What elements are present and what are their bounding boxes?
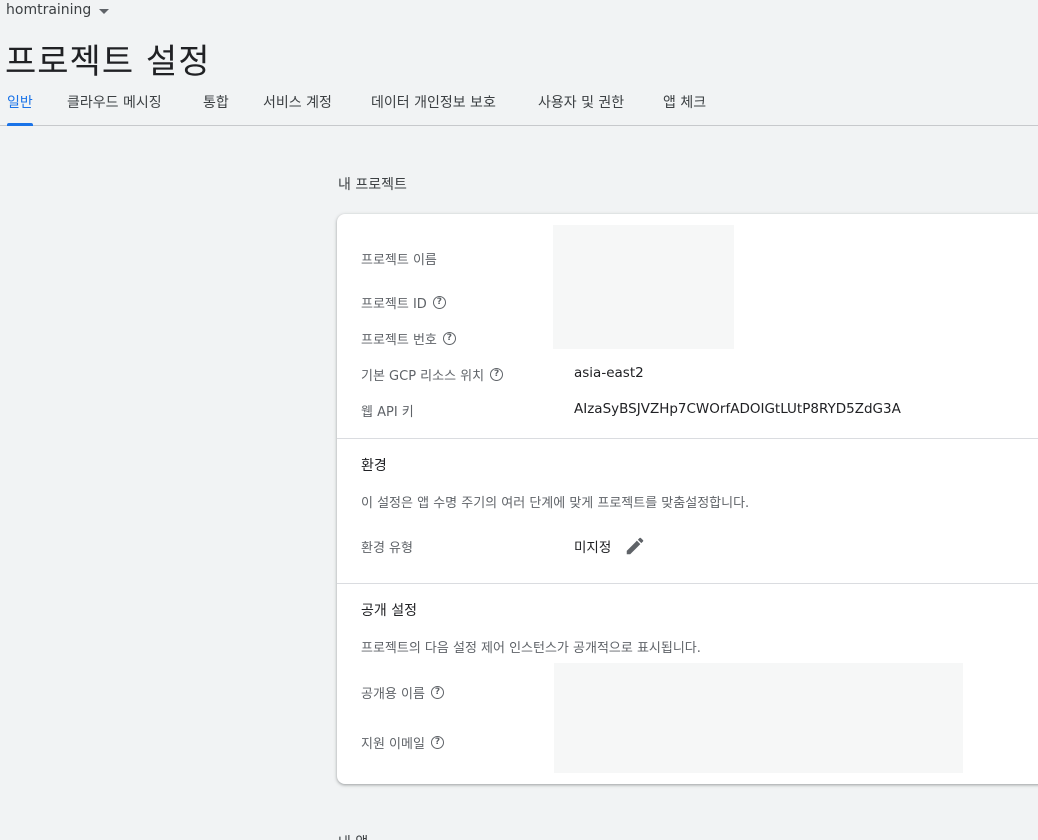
- divider: [337, 438, 1038, 439]
- tab-data-privacy[interactable]: 데이터 개인정보 보호: [371, 92, 496, 126]
- support-email-label: 지원 이메일: [361, 737, 425, 752]
- help-circle-icon[interactable]: ?: [430, 686, 444, 699]
- public-settings-title: 공개 설정: [361, 603, 417, 619]
- environment-type-row: 환경 유형: [361, 537, 413, 556]
- my-apps-section-label: 내 앱: [338, 832, 368, 840]
- gcp-location-value: asia-east2: [574, 365, 644, 381]
- page-title: 프로젝트 설정: [5, 42, 211, 82]
- web-api-key-label: 웹 API 키: [361, 405, 414, 420]
- project-settings-card: 프로젝트 이름 프로젝트 ID ? 프로젝트 번호 ? 기본 GCP 리소스 위…: [337, 214, 1038, 784]
- my-project-section-label: 내 프로젝트: [338, 177, 407, 193]
- public-name-label: 공개용 이름: [361, 687, 425, 702]
- environment-title: 환경: [361, 458, 387, 474]
- tab-app-check[interactable]: 앱 체크: [663, 92, 706, 126]
- help-circle-icon[interactable]: ?: [490, 368, 504, 381]
- redacted-public-info: [554, 663, 963, 773]
- public-settings-description: 프로젝트의 다음 설정 제어 인스턴스가 공개적으로 표시됩니다.: [361, 641, 701, 656]
- divider: [337, 583, 1038, 584]
- help-circle-icon[interactable]: ?: [432, 296, 446, 309]
- project-number-label: 프로젝트 번호: [361, 333, 437, 348]
- project-number-row: 프로젝트 번호 ?: [361, 329, 456, 348]
- public-name-row: 공개용 이름 ?: [361, 683, 444, 702]
- tab-service-accounts[interactable]: 서비스 계정: [263, 92, 332, 126]
- web-api-key-value[interactable]: AIzaSyBSJVZHp7CWOrfADOIGtLUtP8RYD5ZdG3A: [574, 401, 901, 417]
- web-api-key-row: 웹 API 키: [361, 401, 414, 420]
- tab-users-permissions[interactable]: 사용자 및 권한: [538, 92, 624, 126]
- support-email-row: 지원 이메일 ?: [361, 733, 444, 752]
- gcp-location-row: 기본 GCP 리소스 위치 ?: [361, 365, 504, 384]
- pencil-icon[interactable]: [624, 535, 646, 557]
- project-id-label: 프로젝트 ID: [361, 297, 427, 312]
- caret-down-icon: [99, 8, 110, 14]
- tab-bar: 일반 클라우드 메시징 통합 서비스 계정 데이터 개인정보 보호 사용자 및 …: [0, 88, 1038, 126]
- environment-type-label: 환경 유형: [361, 541, 413, 556]
- tab-cloud-messaging[interactable]: 클라우드 메시징: [67, 92, 162, 126]
- help-circle-icon[interactable]: ?: [430, 736, 444, 749]
- project-name-row: 프로젝트 이름: [361, 249, 437, 268]
- tab-general[interactable]: 일반: [7, 92, 33, 126]
- project-name: homtraining: [6, 2, 92, 18]
- project-name-label: 프로젝트 이름: [361, 253, 437, 268]
- environment-description: 이 설정은 앱 수명 주기의 여러 단계에 맞게 프로젝트를 맞춤설정합니다.: [361, 496, 750, 511]
- project-switcher[interactable]: homtraining: [6, 2, 110, 18]
- help-circle-icon[interactable]: ?: [442, 332, 456, 345]
- gcp-location-label: 기본 GCP 리소스 위치: [361, 369, 485, 384]
- tab-integrations[interactable]: 통합: [203, 92, 229, 126]
- redacted-project-info: [553, 225, 734, 349]
- project-id-row: 프로젝트 ID ?: [361, 293, 446, 312]
- environment-type-value: 미지정: [574, 540, 612, 556]
